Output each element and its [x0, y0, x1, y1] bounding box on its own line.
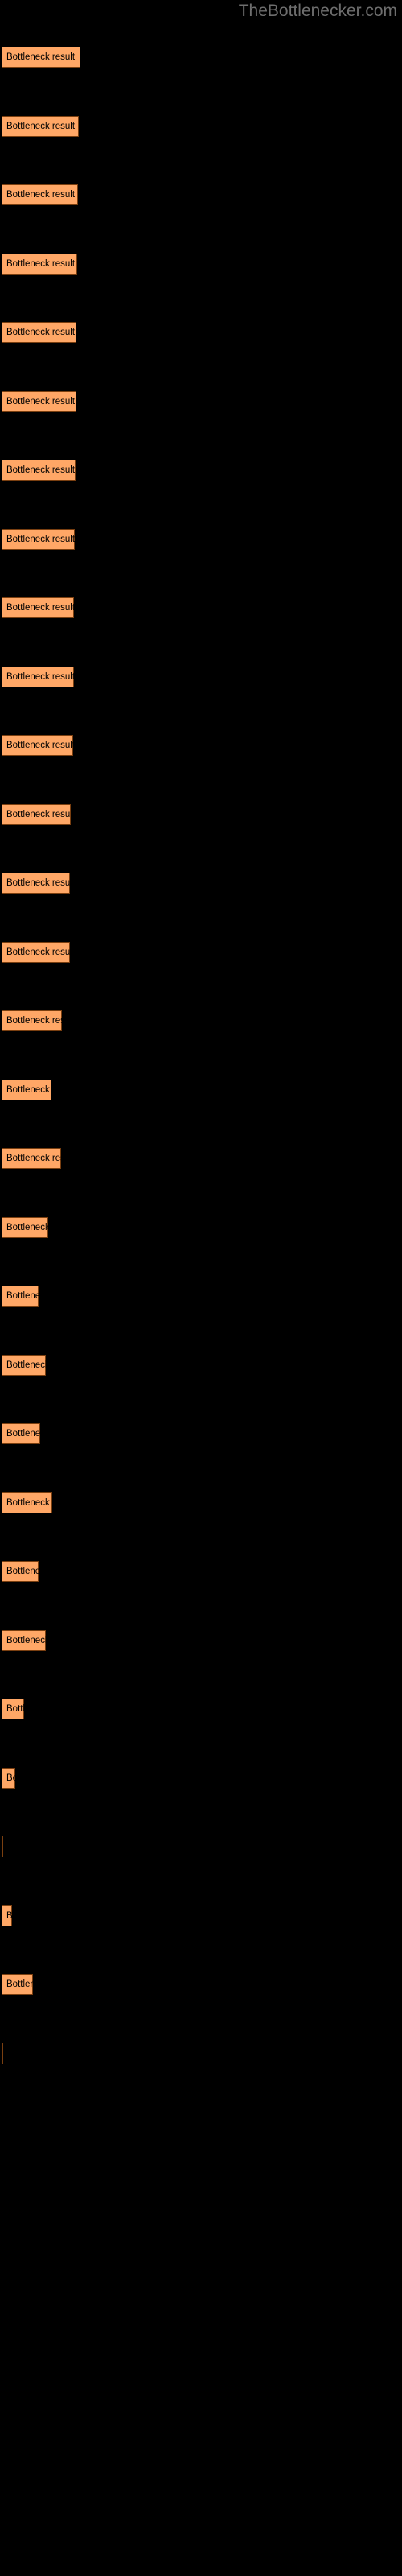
bar-label-clip: Bottleneck result	[2, 460, 76, 481]
bar-label: Bottleneck result	[6, 947, 70, 957]
bar-label: Bottleneck result	[6, 809, 71, 819]
bar-label-clip: Bottleneck result	[2, 116, 79, 137]
bar-label-clip: Bottleneck result	[2, 1010, 62, 1031]
bar-label-clip: Bottleneck result	[2, 1699, 24, 1719]
bar-label: Bottleneck result	[6, 741, 73, 750]
bar-label: Bottleneck result	[6, 396, 76, 407]
bar-label-clip: Bottleneck result	[2, 1148, 61, 1169]
bar-label-clip: Bottleneck result	[2, 322, 76, 343]
bar-label: Bottleneck result	[6, 1704, 24, 1714]
bar-label: Bottleneck result	[6, 1773, 15, 1783]
bar-label-clip: Bottleneck result	[2, 529, 75, 550]
bar-label: Bottleneck result	[6, 190, 76, 200]
bar-label: Bottleneck result	[6, 1291, 39, 1301]
bar-label: Bottleneck result	[6, 603, 74, 613]
site-watermark: TheBottlenecker.com	[238, 2, 397, 20]
bar-label-clip: Bottleneck result	[2, 1355, 46, 1376]
bar-label: Bottleneck result	[6, 258, 76, 269]
bar-label: Bottleneck result	[6, 1154, 61, 1163]
bar-label: Bottleneck result	[6, 1222, 48, 1232]
bar-label: Bottleneck result	[6, 1084, 51, 1095]
bar-label-clip: Bottleneck result	[2, 942, 70, 963]
bar-label: Bottleneck result	[6, 878, 70, 888]
bar-label-clip: Bottleneck result	[2, 1630, 46, 1651]
bar-label-clip: Bottleneck result	[2, 184, 78, 205]
bar-label-clip: Bottleneck result	[2, 804, 71, 825]
bar-label-clip: Bottleneck result	[2, 1768, 15, 1789]
bar-label: Bottleneck result	[6, 1497, 52, 1508]
bar-label: Bottleneck result	[6, 671, 74, 682]
bar-label: Bottleneck result	[6, 1429, 40, 1439]
bar-label-clip: Bottleneck result	[2, 47, 80, 68]
bar-label-clip: Bottleneck result	[2, 1492, 52, 1513]
bar-label-clip: Bottleneck result	[2, 873, 70, 894]
bar-label: Bottleneck result	[6, 52, 76, 62]
bar-label-clip: Bottleneck result	[2, 391, 76, 412]
bar-label: Bottleneck result	[6, 1360, 46, 1370]
bar-label-clip: Bottleneck result	[2, 1905, 12, 1926]
bar-label: Bottleneck result	[6, 465, 76, 475]
bar-label: Bottleneck result	[6, 1016, 62, 1026]
bar-label: Bottleneck result	[6, 1567, 39, 1576]
bar-label-clip: Bottleneck result	[2, 667, 74, 687]
bar-label: Bottleneck result	[6, 121, 76, 131]
bar-label-clip: Bottleneck result	[2, 1974, 33, 1995]
bar-label: Bottleneck result	[6, 1910, 12, 1921]
bar-label: Bottleneck result	[6, 328, 76, 337]
bar-label-clip: Bottleneck result	[2, 254, 77, 275]
bar-label-clip: Bottleneck result	[2, 1286, 39, 1307]
bar-label: Bottleneck result	[6, 1979, 33, 1989]
bottleneck-bar-chart: TheBottlenecker.com Bottleneck result Bot…	[0, 0, 402, 2576]
bar-label-clip: Bottleneck result	[2, 1423, 40, 1444]
bar-label-clip: Bottleneck result	[2, 1217, 48, 1238]
bar-label-clip: Bottleneck result	[2, 1080, 51, 1100]
bar-label-clip: Bottleneck result	[2, 597, 74, 618]
bar-label: Bottleneck result	[6, 1635, 46, 1645]
bar-label-clip: Bottleneck result	[2, 735, 73, 756]
bar-label-clip: Bottleneck result	[2, 1561, 39, 1582]
bar-label: Bottleneck result	[6, 534, 75, 544]
